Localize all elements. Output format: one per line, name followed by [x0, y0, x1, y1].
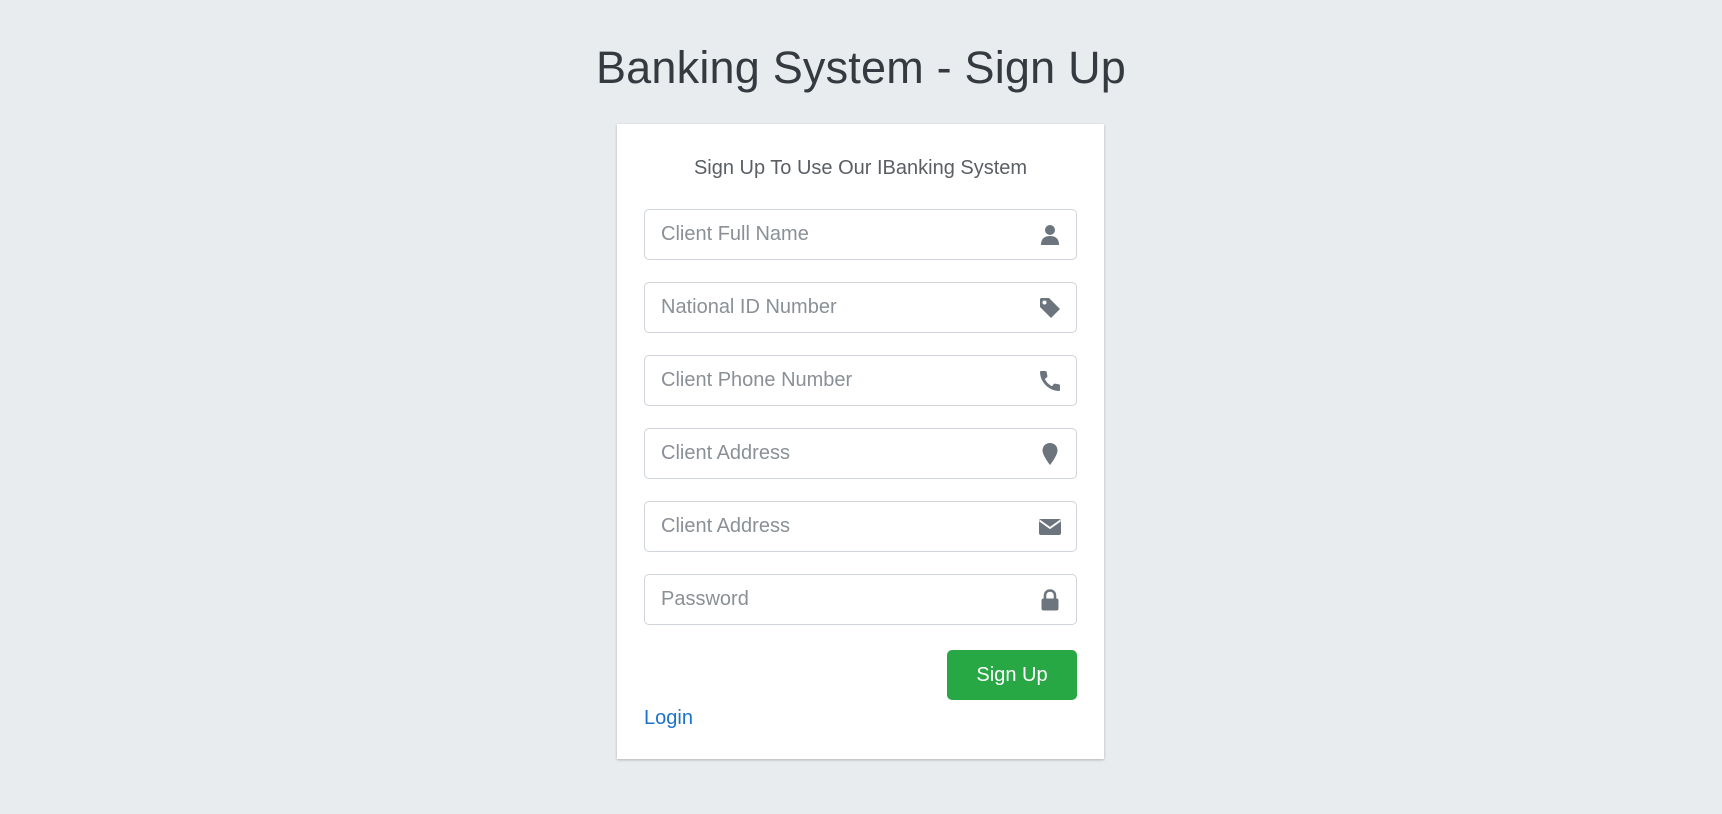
lock-icon — [1038, 588, 1062, 612]
map-marker-icon — [1038, 442, 1062, 466]
page-title: Banking System - Sign Up — [595, 42, 1127, 93]
national-id-field — [644, 282, 1077, 333]
email-field — [644, 501, 1077, 552]
national-id-input[interactable] — [645, 283, 1015, 332]
password-input[interactable] — [645, 575, 1015, 624]
full-name-input[interactable] — [645, 210, 1015, 259]
address-input[interactable] — [645, 429, 1015, 478]
card-subtitle: Sign Up To Use Our IBanking System — [693, 157, 1028, 179]
signup-button[interactable]: Sign Up — [947, 650, 1077, 700]
password-field — [644, 574, 1077, 625]
full-name-field — [644, 209, 1077, 260]
tag-icon — [1038, 296, 1062, 320]
login-link[interactable]: Login — [644, 704, 693, 732]
phone-icon — [1038, 369, 1062, 393]
user-icon — [1038, 223, 1062, 247]
email-input[interactable] — [645, 502, 1015, 551]
phone-field — [644, 355, 1077, 406]
signup-card: Sign Up To Use Our IBanking System Clien… — [617, 124, 1104, 759]
envelope-icon — [1038, 515, 1062, 539]
phone-input[interactable] — [645, 356, 1015, 405]
address-field — [644, 428, 1077, 479]
